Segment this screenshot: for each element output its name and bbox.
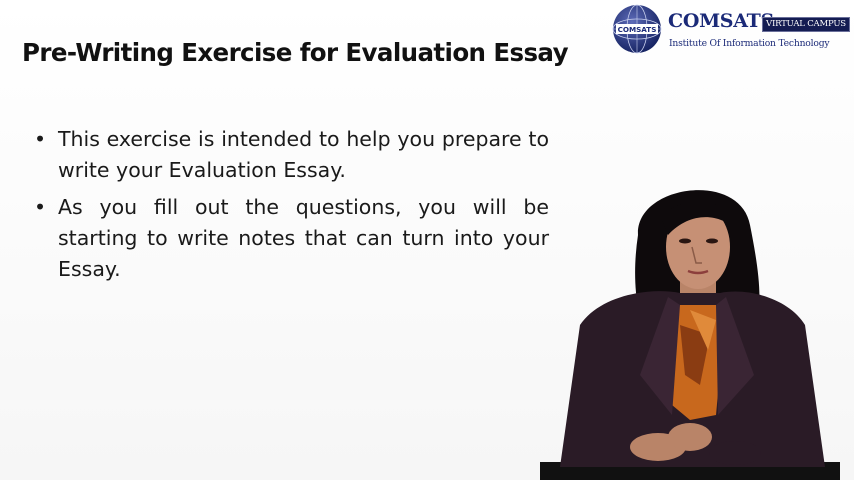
- logo-tag: VIRTUAL CAMPUS: [762, 17, 850, 32]
- presenter-video: [540, 190, 840, 480]
- bullet-icon: •: [34, 127, 47, 151]
- slide-title: Pre-Writing Exercise for Evaluation Essa…: [22, 38, 569, 67]
- bullet-item: • This exercise is intended to help you …: [34, 124, 549, 186]
- globe-label: COMSATS: [618, 25, 657, 34]
- logo-subtitle: Institute Of Information Technology: [669, 38, 830, 49]
- bullet-text: This exercise is intended to help you pr…: [58, 127, 549, 182]
- bullet-text: As you fill out the questions, you will …: [58, 195, 549, 281]
- globe-icon: COMSATS: [612, 4, 662, 54]
- bullet-item: • As you fill out the questions, you wil…: [34, 192, 549, 285]
- comsats-logo: COMSATS COMSATS VIRTUAL CAMPUS Institute…: [612, 4, 852, 56]
- bullet-icon: •: [34, 195, 47, 219]
- video-frame: Pre-Writing Exercise for Evaluation Essa…: [0, 0, 854, 480]
- bullet-list: • This exercise is intended to help you …: [34, 124, 549, 291]
- logo-name: COMSATS: [668, 10, 774, 32]
